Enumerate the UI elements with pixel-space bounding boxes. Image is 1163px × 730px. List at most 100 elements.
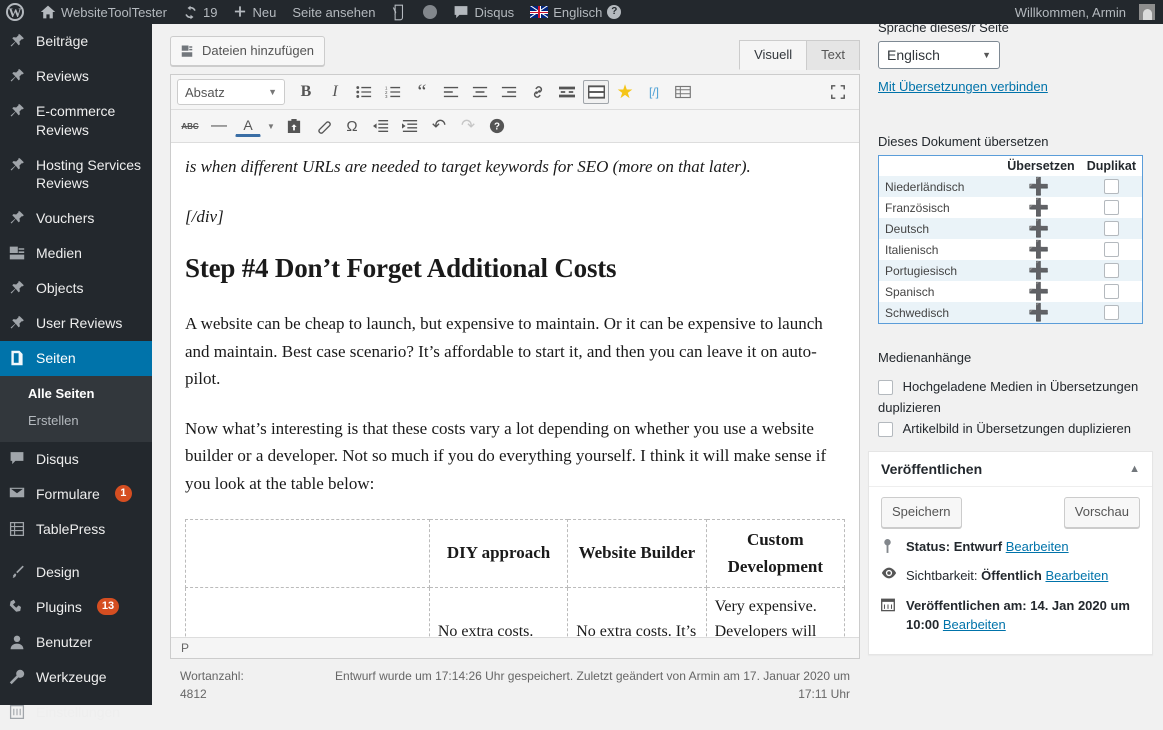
- duplicate-featured-image-checkbox[interactable]: [878, 422, 893, 437]
- sidebar-item-design[interactable]: Design: [0, 555, 152, 590]
- indent-icon[interactable]: [397, 114, 423, 138]
- admin-bar-disqus[interactable]: Disqus: [445, 0, 522, 24]
- tab-text[interactable]: Text: [806, 40, 860, 70]
- duplicate-cell[interactable]: [1081, 197, 1143, 218]
- format-select[interactable]: Absatz ▼: [177, 79, 285, 105]
- horizontal-rule-icon[interactable]: —: [206, 114, 232, 138]
- sidebar-item-einstellungen[interactable]: Einstellungen: [0, 695, 152, 730]
- sidebar-item-disqus[interactable]: Disqus: [0, 442, 152, 477]
- admin-bar-updates[interactable]: 19: [175, 0, 225, 24]
- star-icon[interactable]: ★: [612, 80, 638, 104]
- duplicate-cell[interactable]: [1081, 302, 1143, 324]
- submenu-item-erstellen[interactable]: Erstellen: [0, 407, 152, 434]
- duplicate-checkbox[interactable]: [1104, 263, 1119, 278]
- duplicate-cell[interactable]: [1081, 281, 1143, 302]
- admin-bar-account[interactable]: Willkommen, Armin: [1007, 0, 1163, 24]
- visibility-edit-link[interactable]: Bearbeiten: [1045, 568, 1108, 583]
- blockquote-icon[interactable]: “: [409, 80, 435, 104]
- plus-icon[interactable]: ➕: [1028, 177, 1049, 196]
- duplicate-uploaded-media-checkbox[interactable]: [878, 380, 893, 395]
- duplicate-checkbox[interactable]: [1104, 221, 1119, 236]
- sidebar-item-ecommerce-reviews[interactable]: E-commerce Reviews: [0, 94, 152, 148]
- paste-as-text-icon[interactable]: [281, 114, 307, 138]
- align-right-icon[interactable]: [496, 80, 522, 104]
- undo-icon[interactable]: ↶: [426, 114, 452, 138]
- duplicate-cell[interactable]: [1081, 260, 1143, 281]
- admin-bar-site-name[interactable]: WebsiteToolTester: [32, 0, 175, 24]
- keyboard-shortcuts-icon[interactable]: ?: [484, 114, 510, 138]
- help-icon[interactable]: ?: [607, 5, 621, 19]
- align-left-icon[interactable]: [438, 80, 464, 104]
- duplicate-featured-image-option[interactable]: Artikelbild in Übersetzungen duplizieren: [878, 419, 1143, 440]
- redo-icon[interactable]: ↷: [455, 114, 481, 138]
- admin-bar-language[interactable]: Englisch ?: [522, 0, 629, 24]
- admin-bar-seo-score[interactable]: [415, 0, 445, 24]
- toolbar-toggle-icon[interactable]: [583, 80, 609, 104]
- duplicate-cell[interactable]: [1081, 176, 1143, 197]
- sidebar-item-plugins[interactable]: Plugins 13: [0, 590, 152, 625]
- duplicate-cell[interactable]: [1081, 239, 1143, 260]
- text-color-icon[interactable]: A: [235, 115, 261, 137]
- sidebar-item-benutzer[interactable]: Benutzer: [0, 625, 152, 660]
- duplicate-checkbox[interactable]: [1104, 179, 1119, 194]
- chevron-up-icon[interactable]: ▲: [1129, 463, 1140, 475]
- fullscreen-icon[interactable]: [825, 80, 851, 104]
- duplicate-checkbox[interactable]: [1104, 305, 1119, 320]
- plus-icon[interactable]: ➕: [1028, 219, 1049, 238]
- connect-translations-link[interactable]: Mit Übersetzungen verbinden: [878, 79, 1048, 94]
- plus-icon[interactable]: ➕: [1028, 198, 1049, 217]
- insert-link-icon[interactable]: [525, 80, 551, 104]
- sidebar-item-formulare[interactable]: Formulare 1: [0, 477, 152, 512]
- status-edit-link[interactable]: Bearbeiten: [1006, 539, 1069, 554]
- tab-visual[interactable]: Visuell: [739, 40, 807, 70]
- plus-icon[interactable]: ➕: [1028, 282, 1049, 301]
- add-translation-cell[interactable]: ➕: [997, 302, 1081, 324]
- align-center-icon[interactable]: [467, 80, 493, 104]
- duplicate-checkbox[interactable]: [1104, 200, 1119, 215]
- preview-button[interactable]: Vorschau: [1064, 497, 1140, 527]
- editor-content-area[interactable]: is when different URLs are needed to tar…: [171, 143, 859, 637]
- plus-icon[interactable]: ➕: [1028, 240, 1049, 259]
- text-color-chevron-icon[interactable]: ▼: [264, 114, 278, 138]
- admin-bar-wp-logo[interactable]: W: [0, 0, 32, 24]
- table-insert-icon[interactable]: [670, 80, 696, 104]
- italic-icon[interactable]: I: [322, 80, 348, 104]
- add-translation-cell[interactable]: ➕: [997, 239, 1081, 260]
- add-translation-cell[interactable]: ➕: [997, 260, 1081, 281]
- schedule-edit-link[interactable]: Bearbeiten: [943, 617, 1006, 632]
- bold-icon[interactable]: B: [293, 80, 319, 104]
- sidebar-item-vouchers[interactable]: Vouchers: [0, 201, 152, 236]
- admin-bar-new[interactable]: Neu: [225, 0, 284, 24]
- save-draft-button[interactable]: Speichern: [881, 497, 962, 527]
- plus-icon[interactable]: ➕: [1028, 303, 1049, 322]
- admin-bar-view-page[interactable]: Seite ansehen: [284, 0, 383, 24]
- sidebar-item-werkzeuge[interactable]: Werkzeuge: [0, 660, 152, 695]
- duplicate-uploaded-media-option[interactable]: Hochgeladene Medien in Übersetzungen dup…: [878, 377, 1143, 419]
- add-translation-cell[interactable]: ➕: [997, 176, 1081, 197]
- add-translation-cell[interactable]: ➕: [997, 197, 1081, 218]
- add-translation-cell[interactable]: ➕: [997, 218, 1081, 239]
- sidebar-item-tablepress[interactable]: TablePress: [0, 512, 152, 547]
- strikethrough-icon[interactable]: ABC: [177, 114, 203, 138]
- sidebar-item-hosting-services-reviews[interactable]: Hosting Services Reviews: [0, 148, 152, 202]
- plus-icon[interactable]: ➕: [1028, 261, 1049, 280]
- shortcode-icon[interactable]: [/]: [641, 80, 667, 104]
- sidebar-item-user-reviews[interactable]: User Reviews: [0, 306, 152, 341]
- duplicate-cell[interactable]: [1081, 218, 1143, 239]
- outdent-icon[interactable]: [368, 114, 394, 138]
- sidebar-item-reviews[interactable]: Reviews: [0, 59, 152, 94]
- bulleted-list-icon[interactable]: [351, 80, 377, 104]
- sidebar-item-beitraege[interactable]: Beiträge: [0, 24, 152, 59]
- sidebar-item-medien[interactable]: Medien: [0, 236, 152, 271]
- add-translation-cell[interactable]: ➕: [997, 281, 1081, 302]
- admin-bar-yoast[interactable]: [383, 0, 415, 24]
- numbered-list-icon[interactable]: 123: [380, 80, 406, 104]
- read-more-icon[interactable]: [554, 80, 580, 104]
- sidebar-item-seiten[interactable]: Seiten: [0, 341, 152, 376]
- language-select[interactable]: Englisch ▼: [878, 41, 1000, 69]
- add-media-button[interactable]: Dateien hinzufügen: [170, 36, 325, 66]
- clear-formatting-icon[interactable]: [310, 114, 336, 138]
- duplicate-checkbox[interactable]: [1104, 242, 1119, 257]
- sidebar-item-objects[interactable]: Objects: [0, 271, 152, 306]
- submenu-item-alle-seiten[interactable]: Alle Seiten: [0, 380, 152, 407]
